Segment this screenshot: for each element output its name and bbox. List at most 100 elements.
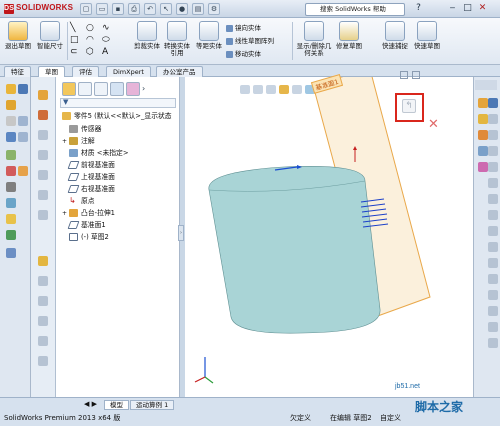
arc-icon[interactable]: ◠ <box>86 35 94 45</box>
tab-dimxpert[interactable]: DimXpert <box>106 66 151 77</box>
undo-icon[interactable]: ↶ <box>144 3 156 15</box>
3d-sketch-icon[interactable] <box>18 84 28 94</box>
close-icon[interactable]: ✕ <box>428 118 439 131</box>
exit-sketch-button[interactable]: 退出草图 <box>3 21 33 61</box>
tree-filter-input[interactable] <box>60 98 176 108</box>
sketch-line-right-icon[interactable] <box>488 114 498 124</box>
circle-tool-icon[interactable] <box>6 132 16 142</box>
appearances-icon[interactable] <box>478 146 488 156</box>
mirror-tool-icon[interactable] <box>6 198 16 208</box>
plane-right-icon[interactable] <box>488 290 498 300</box>
cut-icon[interactable] <box>38 170 48 180</box>
new-icon[interactable]: ▢ <box>80 3 92 15</box>
configuration-manager-tab-icon[interactable] <box>94 82 108 96</box>
extend-right-icon[interactable] <box>488 338 498 348</box>
tab-motion-study[interactable]: 运动算例 1 <box>130 400 175 410</box>
minimize-button[interactable]: ‒ <box>446 2 459 15</box>
polygon-right-icon[interactable] <box>488 178 498 188</box>
property-manager-tab-icon[interactable] <box>78 82 92 96</box>
mirror-entities-button[interactable]: 镜向实体 <box>226 24 261 33</box>
custom-properties-icon[interactable] <box>478 162 488 172</box>
shell-icon[interactable] <box>38 296 48 306</box>
tab-sketch[interactable]: 草图 <box>38 66 65 77</box>
offset-right-icon[interactable] <box>488 306 498 316</box>
revolve-icon[interactable] <box>38 110 48 120</box>
resources-icon[interactable] <box>478 98 488 108</box>
point-right-icon[interactable] <box>488 258 498 268</box>
spline-icon[interactable]: ∿ <box>102 23 110 33</box>
print-icon[interactable]: ⎙ <box>128 3 140 15</box>
display-delete-relations-button[interactable]: 显示/删除几何关系 <box>296 21 332 61</box>
maximize-button[interactable]: □ <box>461 2 474 15</box>
trim-entities-button[interactable]: 剪裁实体 <box>132 21 162 61</box>
tree-item-top-plane[interactable]: 上视基准面 <box>67 172 115 183</box>
expand-icon[interactable]: + <box>62 210 67 217</box>
arc-right-icon[interactable] <box>488 162 498 172</box>
ellipse-icon[interactable]: ⬭ <box>102 35 110 45</box>
circle-icon[interactable]: ○ <box>86 23 94 33</box>
rectangle-icon[interactable]: □ <box>70 35 79 45</box>
extrude-icon[interactable] <box>38 90 48 100</box>
offset-entities-button[interactable]: 等距实体 <box>194 21 224 61</box>
tab-features[interactable]: 特征 <box>4 66 31 77</box>
panel-collapse-handle[interactable]: › <box>178 225 184 241</box>
curves-icon[interactable] <box>38 276 48 286</box>
draft-icon[interactable] <box>38 336 48 346</box>
sweep-icon[interactable] <box>38 130 48 140</box>
trim-right-icon[interactable] <box>488 322 498 332</box>
tree-item-right-plane[interactable]: 右视基准面 <box>67 184 115 195</box>
tree-item-front-plane[interactable]: 前视基准面 <box>67 160 115 171</box>
tab-office-products[interactable]: 办公室产品 <box>156 66 203 77</box>
linear-pattern-button[interactable]: 线性草图阵列 <box>226 37 274 46</box>
close-button[interactable]: ✕ <box>476 2 489 15</box>
smart-dim-icon[interactable] <box>6 100 16 110</box>
move-entities-button[interactable]: 移动实体 <box>226 50 261 59</box>
sketch-exit-confirm-icon[interactable]: ↰ <box>402 99 416 113</box>
solidworks-logo[interactable]: DS SOLIDWORKS <box>4 3 73 14</box>
chamfer-icon[interactable] <box>38 210 48 220</box>
rapid-sketch-button[interactable]: 快速草图 <box>412 21 442 61</box>
rebuild-icon[interactable]: ● <box>176 3 188 15</box>
repair-sketch-button[interactable]: 修复草图 <box>334 21 364 61</box>
tree-root-part[interactable]: 零件5 (默认<<默认>_显示状态 <box>62 111 172 122</box>
fillet-icon[interactable] <box>38 190 48 200</box>
ellipse-right-icon[interactable] <box>488 210 498 220</box>
view-palette-icon[interactable] <box>478 130 488 140</box>
centerline-icon[interactable] <box>18 166 28 176</box>
rect-tool-icon[interactable] <box>18 116 28 126</box>
tree-item-sensors[interactable]: 传感器 <box>69 124 101 135</box>
fillet-tool-icon[interactable] <box>6 182 16 192</box>
text-right-icon[interactable] <box>488 274 498 284</box>
expand-icon[interactable]: + <box>62 138 67 145</box>
point-tool-icon[interactable] <box>6 166 16 176</box>
polygon-icon[interactable]: ⬡ <box>86 47 94 57</box>
help-icon[interactable]: ? <box>412 2 425 15</box>
smart-dimension-button[interactable]: 智能尺寸 <box>35 21 65 61</box>
search-input[interactable]: 搜索 SolidWorks 帮助 <box>305 3 405 16</box>
text-icon[interactable]: A <box>102 47 108 57</box>
feature-tree-tab-icon[interactable] <box>62 82 76 96</box>
units-text[interactable]: 自定义 <box>380 414 401 423</box>
rect-right-icon[interactable] <box>488 130 498 140</box>
line-icon[interactable]: ╲ <box>70 23 75 33</box>
reference-geometry-icon[interactable] <box>38 256 48 266</box>
quick-snaps-button[interactable]: 快速捕捉 <box>380 21 410 61</box>
tab-model[interactable]: 模型 <box>104 400 129 410</box>
display-manager-tab-icon[interactable] <box>126 82 140 96</box>
chamfer-right-icon[interactable] <box>488 242 498 252</box>
spline-right-icon[interactable] <box>488 194 498 204</box>
design-library-icon[interactable] <box>488 98 498 108</box>
tree-item-material[interactable]: 材质 <未指定> <box>69 148 129 159</box>
rib-icon[interactable] <box>38 316 48 326</box>
tree-item-annotations[interactable]: + 注解 <box>62 136 95 147</box>
open-icon[interactable]: ▭ <box>96 3 108 15</box>
dome-icon[interactable] <box>38 356 48 366</box>
slot-icon[interactable]: ⊂ <box>70 47 78 57</box>
fillet-right-icon[interactable] <box>488 226 498 236</box>
dimxpert-manager-tab-icon[interactable] <box>110 82 124 96</box>
sketch-tool-icon[interactable] <box>6 84 16 94</box>
tree-item-origin[interactable]: ↳ 原点 <box>69 196 95 207</box>
expand-tabs-icon[interactable]: › <box>142 84 145 93</box>
arc-tool-icon[interactable] <box>18 132 28 142</box>
loft-icon[interactable] <box>38 150 48 160</box>
